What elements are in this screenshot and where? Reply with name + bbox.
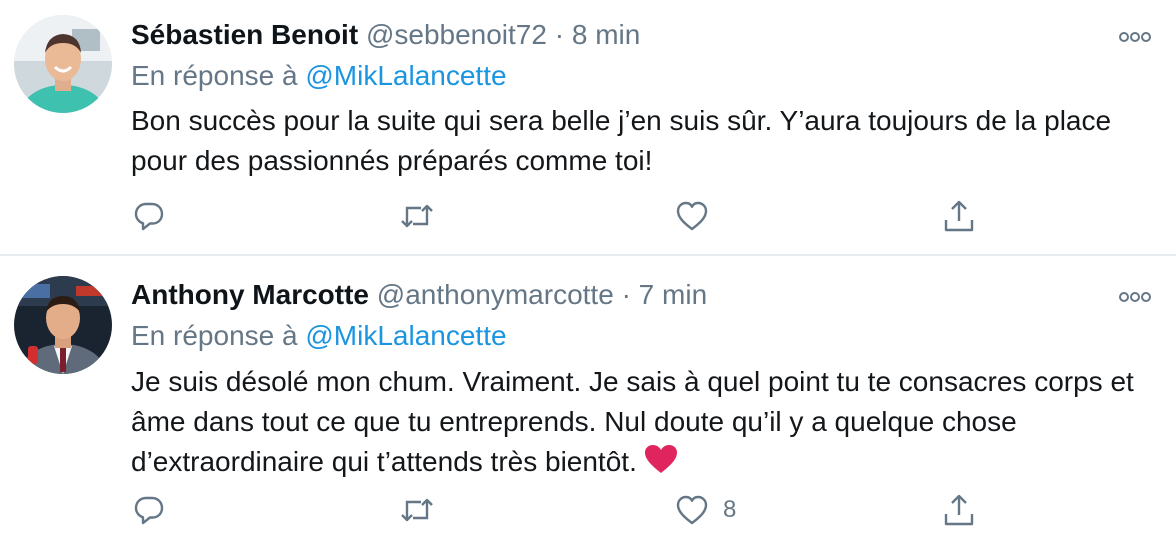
reply-button[interactable] — [133, 196, 165, 236]
like-button[interactable] — [675, 196, 723, 236]
retweet-icon — [401, 204, 433, 228]
tweet[interactable]: Anthony Marcotte @anthonymarcotte · 7 mi… — [0, 256, 1176, 548]
reply-context: En réponse à @MikLalancette — [131, 58, 507, 94]
reply-context: En réponse à @MikLalancette — [131, 318, 507, 354]
reply-prefix: En réponse à — [131, 60, 298, 91]
meta-separator: · — [554, 19, 565, 50]
author-name[interactable]: Anthony Marcotte — [131, 279, 369, 310]
author-handle[interactable]: @sebbenoit72 — [366, 19, 547, 50]
tweet-time[interactable]: 7 min — [639, 279, 707, 310]
heart-outline-icon — [676, 201, 708, 231]
tweet-header: Anthony Marcotte @anthonymarcotte · 7 mi… — [131, 277, 1096, 313]
tweet[interactable]: Sébastien Benoit @sebbenoit72 · 8 min En… — [0, 0, 1176, 256]
reply-prefix: En réponse à — [131, 320, 298, 351]
share-button[interactable] — [943, 196, 975, 236]
red-heart-emoji — [643, 443, 679, 486]
tweet-text: Bon succès pour la suite qui sera belle … — [131, 101, 1141, 181]
tweet-time[interactable]: 8 min — [572, 19, 640, 50]
reply-icon — [134, 202, 164, 231]
reply-mention-link[interactable]: @MikLalancette — [305, 320, 506, 351]
share-icon — [944, 200, 974, 232]
like-count: 8 — [723, 496, 737, 523]
retweet-icon — [401, 498, 433, 522]
tweet-actions: 8 — [131, 490, 991, 530]
more-options-icon[interactable] — [1118, 290, 1152, 304]
meta-separator: · — [621, 279, 631, 310]
tweet-text-content: Je suis désolé mon chum. Vraiment. Je sa… — [131, 366, 1134, 477]
reply-mention-link[interactable]: @MikLalancette — [305, 60, 506, 91]
retweet-button[interactable] — [399, 196, 435, 236]
like-button[interactable]: 8 — [675, 490, 736, 530]
share-icon — [944, 494, 974, 526]
avatar[interactable] — [14, 276, 112, 374]
share-button[interactable] — [943, 490, 975, 530]
avatar[interactable] — [14, 15, 112, 113]
tweet-header: Sébastien Benoit @sebbenoit72 · 8 min — [131, 17, 1096, 53]
author-handle[interactable]: @anthonymarcotte — [377, 279, 614, 310]
author-name[interactable]: Sébastien Benoit — [131, 19, 358, 50]
tweet-text-content: Bon succès pour la suite qui sera belle … — [131, 105, 1112, 176]
more-options-icon[interactable] — [1118, 30, 1152, 44]
retweet-button[interactable] — [399, 490, 435, 530]
reply-icon — [134, 496, 164, 525]
tweet-actions — [131, 196, 991, 236]
tweet-text: Je suis désolé mon chum. Vraiment. Je sa… — [131, 362, 1141, 486]
reply-button[interactable] — [133, 490, 165, 530]
heart-outline-icon — [676, 495, 708, 525]
